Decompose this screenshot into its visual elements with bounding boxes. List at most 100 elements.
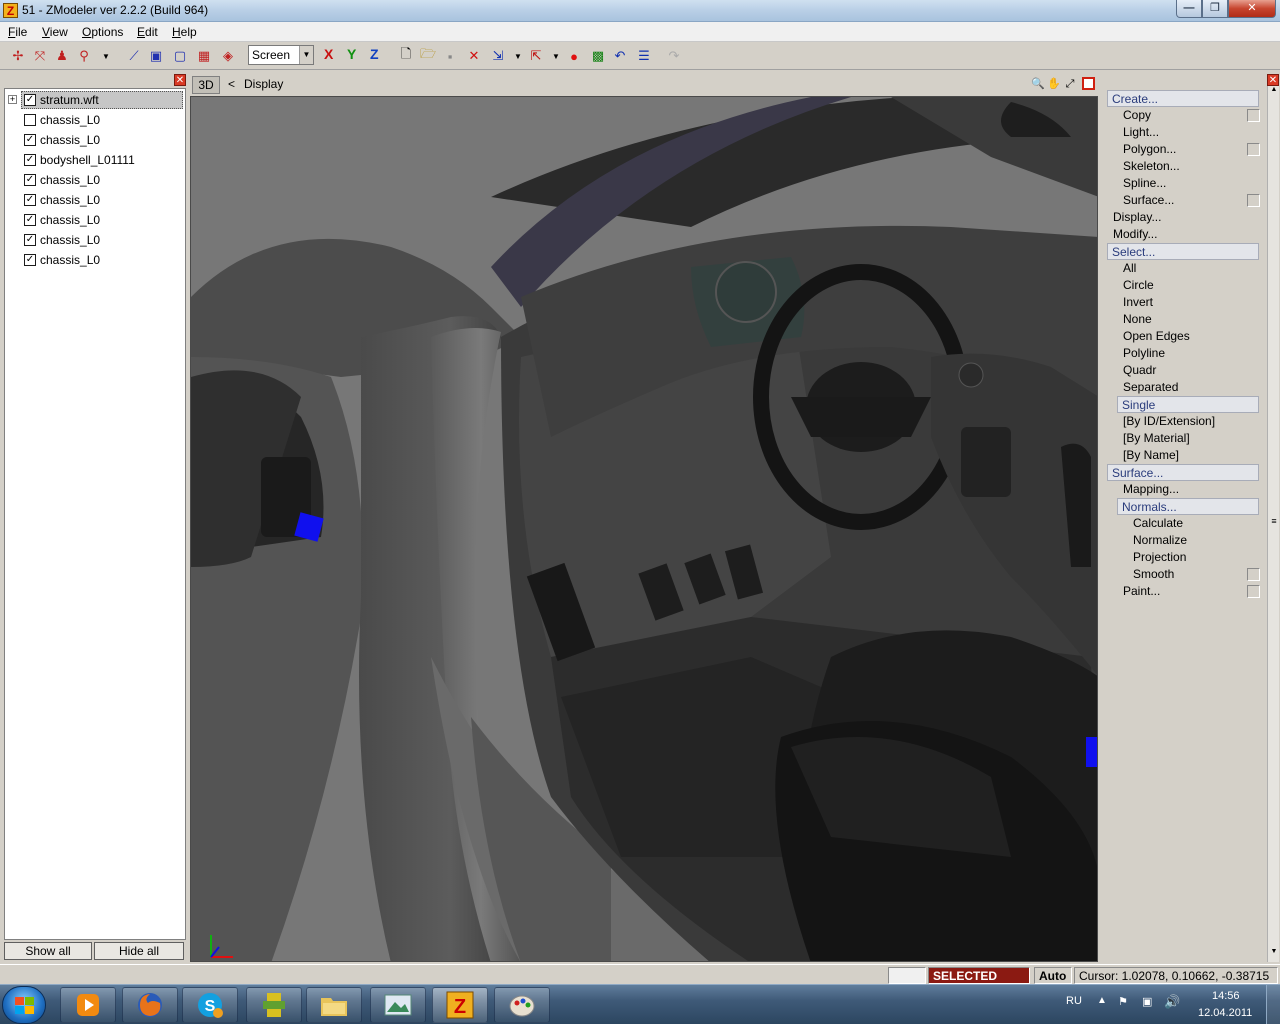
import-dropdown-icon[interactable]: ▼ bbox=[508, 46, 528, 66]
hide-all-button[interactable]: Hide all bbox=[94, 942, 184, 960]
clock-time[interactable]: 14:56 bbox=[1212, 990, 1240, 1002]
maximize-viewport-icon[interactable] bbox=[1082, 77, 1095, 90]
command-item[interactable]: Mapping... bbox=[1123, 481, 1179, 498]
tree-item[interactable]: ✓ chassis_L0 bbox=[5, 250, 185, 270]
command-item[interactable]: Select... bbox=[1107, 243, 1259, 260]
select-tool-icon[interactable]: ✢ bbox=[8, 46, 28, 66]
tree-item[interactable]: ✓ chassis_L0 bbox=[5, 190, 185, 210]
language-indicator[interactable]: RU bbox=[1066, 995, 1082, 1007]
game-icon[interactable] bbox=[246, 987, 302, 1023]
paint-icon[interactable] bbox=[494, 987, 550, 1023]
view-mode-button[interactable]: 3D bbox=[192, 76, 220, 94]
command-item[interactable]: Spline... bbox=[1123, 175, 1166, 192]
command-item[interactable]: Circle bbox=[1123, 277, 1154, 294]
media-player-icon[interactable] bbox=[60, 987, 116, 1023]
command-item[interactable]: Open Edges bbox=[1123, 328, 1190, 345]
network-warning-icon[interactable]: ⚑ bbox=[1118, 995, 1128, 1008]
menu-options[interactable]: Options bbox=[82, 25, 123, 39]
visibility-checkbox[interactable]: ✓ bbox=[24, 154, 36, 166]
tree-item[interactable]: chassis_L0 bbox=[5, 110, 185, 130]
visibility-checkbox[interactable]: ✓ bbox=[24, 94, 36, 106]
coord-mode-select[interactable]: Screen ▼ bbox=[248, 45, 314, 65]
panel-close-button[interactable]: ✕ bbox=[1267, 74, 1279, 86]
display-icon[interactable]: ▣ bbox=[1142, 995, 1152, 1008]
zmodeler-icon[interactable]: Z bbox=[432, 987, 488, 1023]
visibility-checkbox[interactable]: ✓ bbox=[24, 214, 36, 226]
command-item[interactable]: Invert bbox=[1123, 294, 1153, 311]
close-button[interactable]: ✕ bbox=[1228, 0, 1276, 18]
image-viewer-icon[interactable] bbox=[370, 987, 426, 1023]
new-file-icon[interactable]: 🗋 bbox=[396, 46, 416, 66]
command-item[interactable]: Light... bbox=[1123, 124, 1159, 141]
visibility-checkbox[interactable]: ✓ bbox=[24, 134, 36, 146]
menu-help[interactable]: Help bbox=[172, 25, 197, 39]
command-item[interactable]: Skeleton... bbox=[1123, 158, 1180, 175]
command-item[interactable]: Calculate bbox=[1133, 515, 1183, 532]
minimize-button[interactable]: — bbox=[1176, 0, 1202, 18]
menu-edit[interactable]: Edit bbox=[137, 25, 158, 39]
3d-viewport[interactable] bbox=[190, 96, 1098, 962]
scroll-down-icon[interactable]: ▼ bbox=[1269, 948, 1279, 960]
visibility-checkbox[interactable]: ✓ bbox=[24, 194, 36, 206]
edge-mode-icon[interactable]: ▦ bbox=[194, 46, 214, 66]
figure-tool-icon[interactable]: ♟ bbox=[52, 46, 72, 66]
command-item[interactable]: None bbox=[1123, 311, 1152, 328]
maximize-button[interactable]: ❐ bbox=[1202, 0, 1228, 18]
command-item[interactable]: Projection bbox=[1133, 549, 1186, 566]
command-item[interactable]: Surface... bbox=[1123, 192, 1174, 209]
visibility-checkbox[interactable]: ✓ bbox=[24, 254, 36, 266]
skype-icon[interactable]: S bbox=[182, 987, 238, 1023]
clock-date[interactable]: 12.04.2011 bbox=[1198, 1007, 1252, 1019]
command-item[interactable]: Create... bbox=[1107, 90, 1259, 107]
axis-z-button[interactable]: Z bbox=[370, 46, 379, 62]
show-all-button[interactable]: Show all bbox=[4, 942, 92, 960]
command-item[interactable]: [By Material] bbox=[1123, 430, 1190, 447]
zoom-icon[interactable]: 🔍 bbox=[1030, 76, 1046, 92]
command-item[interactable]: Polyline bbox=[1123, 345, 1165, 362]
visibility-checkbox[interactable]: ✓ bbox=[24, 234, 36, 246]
scroll-thumb[interactable]: ≡ bbox=[1269, 516, 1279, 526]
option-checkbox[interactable] bbox=[1247, 568, 1260, 581]
scroll-up-icon[interactable]: ▲ bbox=[1269, 86, 1279, 98]
folder-icon[interactable] bbox=[306, 987, 362, 1023]
tree-item[interactable]: ✓ bodyshell_L01111 bbox=[5, 150, 185, 170]
volume-icon[interactable]: 🔊 bbox=[1164, 994, 1180, 1010]
show-desktop-button[interactable] bbox=[1266, 985, 1280, 1024]
menu-file[interactable]: File bbox=[8, 25, 27, 39]
dropdown-arrow-icon[interactable]: ▼ bbox=[96, 46, 116, 66]
command-item[interactable]: Copy bbox=[1123, 107, 1151, 124]
tree-item[interactable]: ✓ chassis_L0 bbox=[5, 230, 185, 250]
scrollbar[interactable]: ▲ ≡ ▼ bbox=[1267, 86, 1279, 962]
redo-icon[interactable]: ↷ bbox=[664, 46, 684, 66]
pan-hand-icon[interactable]: ✋ bbox=[1046, 76, 1062, 92]
command-item[interactable]: Display... bbox=[1113, 209, 1161, 226]
command-item[interactable]: [By ID/Extension] bbox=[1123, 413, 1215, 430]
tree-item[interactable]: ✓ chassis_L0 bbox=[5, 210, 185, 230]
option-checkbox[interactable] bbox=[1247, 109, 1260, 122]
command-item[interactable]: Smooth bbox=[1133, 566, 1174, 583]
option-checkbox[interactable] bbox=[1247, 194, 1260, 207]
start-button[interactable] bbox=[2, 986, 46, 1024]
record-icon[interactable]: ● bbox=[564, 46, 584, 66]
command-item[interactable]: Surface... bbox=[1107, 464, 1259, 481]
command-item[interactable]: Single bbox=[1117, 396, 1259, 413]
properties-icon[interactable]: ☰ bbox=[634, 46, 654, 66]
command-item[interactable]: Normals... bbox=[1117, 498, 1259, 515]
visibility-checkbox[interactable]: ✓ bbox=[24, 174, 36, 186]
move-tool-icon[interactable]: ⤧ bbox=[30, 46, 50, 66]
import-icon[interactable]: ⇲ bbox=[488, 46, 508, 66]
tree-item-stratum[interactable]: + ✓ stratum.wft bbox=[5, 90, 185, 110]
auto-indicator[interactable]: Auto bbox=[1034, 967, 1072, 984]
command-item[interactable]: Modify... bbox=[1113, 226, 1157, 243]
visibility-checkbox[interactable] bbox=[24, 114, 36, 126]
command-item[interactable]: All bbox=[1123, 260, 1136, 277]
command-item[interactable]: Separated bbox=[1123, 379, 1178, 396]
render-icon[interactable]: ▩ bbox=[588, 46, 608, 66]
hierarchy-tool-icon[interactable]: ⚲ bbox=[74, 46, 94, 66]
axis-y-button[interactable]: Y bbox=[347, 46, 356, 62]
tree-item[interactable]: ✓ chassis_L0 bbox=[5, 170, 185, 190]
firefox-icon[interactable] bbox=[122, 987, 178, 1023]
undo-icon[interactable]: ↶ bbox=[610, 46, 630, 66]
tray-expand-icon[interactable]: ▲ bbox=[1097, 995, 1107, 1006]
command-item[interactable]: Polygon... bbox=[1123, 141, 1176, 158]
